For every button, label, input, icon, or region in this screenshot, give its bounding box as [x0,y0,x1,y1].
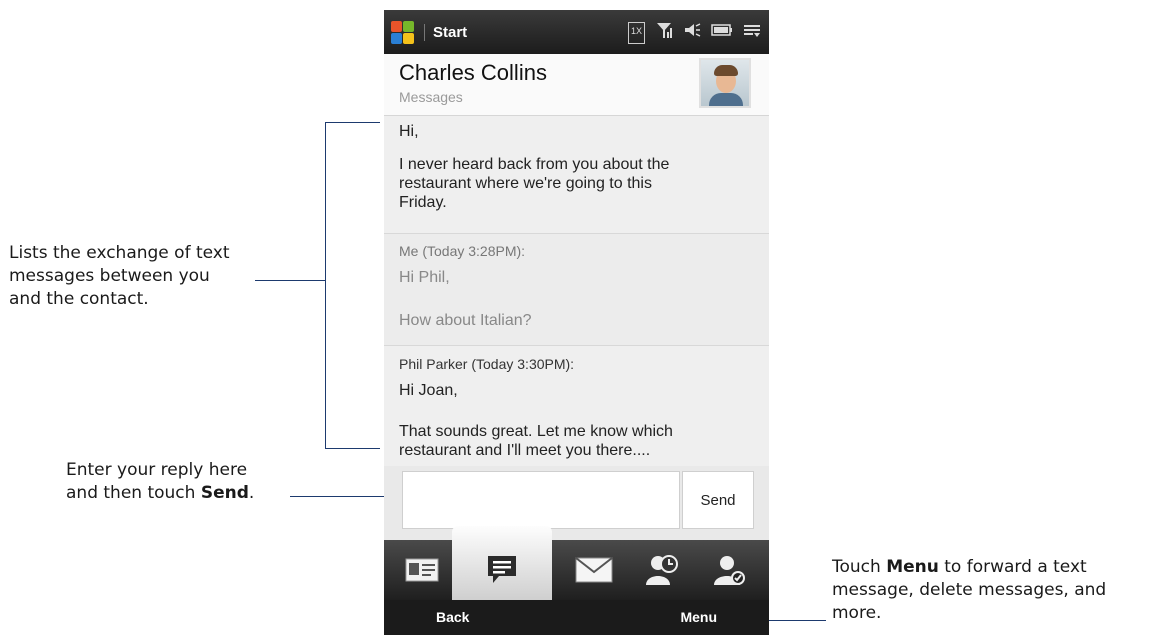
tab-contact-card[interactable] [392,540,452,600]
messages-icon [488,556,516,583]
message-body-line: That sounds great. Let me know which [399,423,673,440]
callout-reply-line2: and then touch Send. [66,482,254,505]
contact-header: Charles Collins Messages [384,54,769,116]
message-greeting: Hi, [399,123,419,140]
callout-list-line3: and the contact. [9,289,149,309]
callout-list-line2: messages between you [9,266,210,286]
battery-icon[interactable] [711,21,733,44]
callout-message-list: Lists the exchange of text messages betw… [9,242,230,311]
reply-input[interactable] [402,471,680,529]
message-line: Hi Phil, [399,269,450,286]
message-line: How about Italian? [399,312,532,329]
callout-reply-pre: and then touch [66,483,201,503]
callout-reply-post: . [248,483,255,503]
message-item[interactable]: Me (Today 3:28PM): Hi Phil, How about It… [384,234,769,346]
back-softkey[interactable]: Back [436,609,469,625]
updates-icon [646,555,678,585]
menu-softkey[interactable]: Menu [680,609,717,625]
tab-contact-settings[interactable] [699,540,759,600]
message-item[interactable]: Hi, I never heard back from you about th… [384,116,769,234]
message-body: That sounds great. Let me know which res… [399,422,673,460]
phone-screen: Start 1X Charles Collins Messages Hi, I … [384,10,769,635]
message-body-line: I never heard back from you about the [399,156,670,173]
tab-email[interactable] [564,540,624,600]
message-body: I never heard back from you about the re… [399,155,669,212]
message-sender: Phil Parker (Today 3:30PM): [399,356,575,372]
softkey-bar: Back Menu [384,600,769,635]
signal-icon[interactable] [655,21,673,44]
tab-updates[interactable] [632,540,692,600]
callout-list-bracket-top [325,122,380,123]
callout-menu: Touch Menu to forward a text message, de… [832,556,1106,625]
callout-reply-bold: Send [200,483,249,503]
email-icon [575,557,613,583]
message-line: Hi Joan, [399,382,458,399]
contact-subtitle: Messages [399,89,463,105]
message-item[interactable]: Phil Parker (Today 3:30PM): Hi Joan, Tha… [384,346,769,466]
status-bar: Start 1X [384,10,769,54]
message-body-line: Friday. [399,194,447,211]
message-sender: Me (Today 3:28PM): [399,243,526,259]
contact-name: Charles Collins [399,60,547,85]
callout-menu-post: to forward a text [938,557,1087,577]
callout-list-leader [255,280,326,281]
message-body-line: restaurant where we're going to this [399,175,652,192]
contact-card-icon [405,558,439,582]
callout-menu-line1: Touch Menu to forward a text [832,556,1106,579]
tab-bar [384,526,769,600]
start-label[interactable]: Start [424,23,467,41]
avatar[interactable] [699,58,751,108]
send-button[interactable]: Send [682,471,754,529]
speaker-icon[interactable] [683,21,701,44]
callout-list-bracket [325,122,326,449]
status-icons: 1X [627,21,761,44]
callout-menu-bold: Menu [886,557,939,577]
tab-messages[interactable] [472,540,532,600]
callout-menu-line3: more. [832,603,882,623]
1x-icon: 1X [627,22,645,44]
contact-settings-icon [714,556,745,585]
callout-reply: Enter your reply here and then touch Sen… [66,459,254,505]
callout-list-bracket-bottom [325,448,380,449]
callout-menu-pre: Touch [832,557,887,577]
windows-start-icon[interactable] [390,19,416,45]
menu-icon[interactable] [743,21,761,44]
callout-reply-line1: Enter your reply here [66,460,248,480]
callout-list-line1: Lists the exchange of text [9,243,230,263]
message-body-line: restaurant and I'll meet you there.... [399,442,651,459]
callout-menu-line2: message, delete messages, and [832,580,1107,600]
